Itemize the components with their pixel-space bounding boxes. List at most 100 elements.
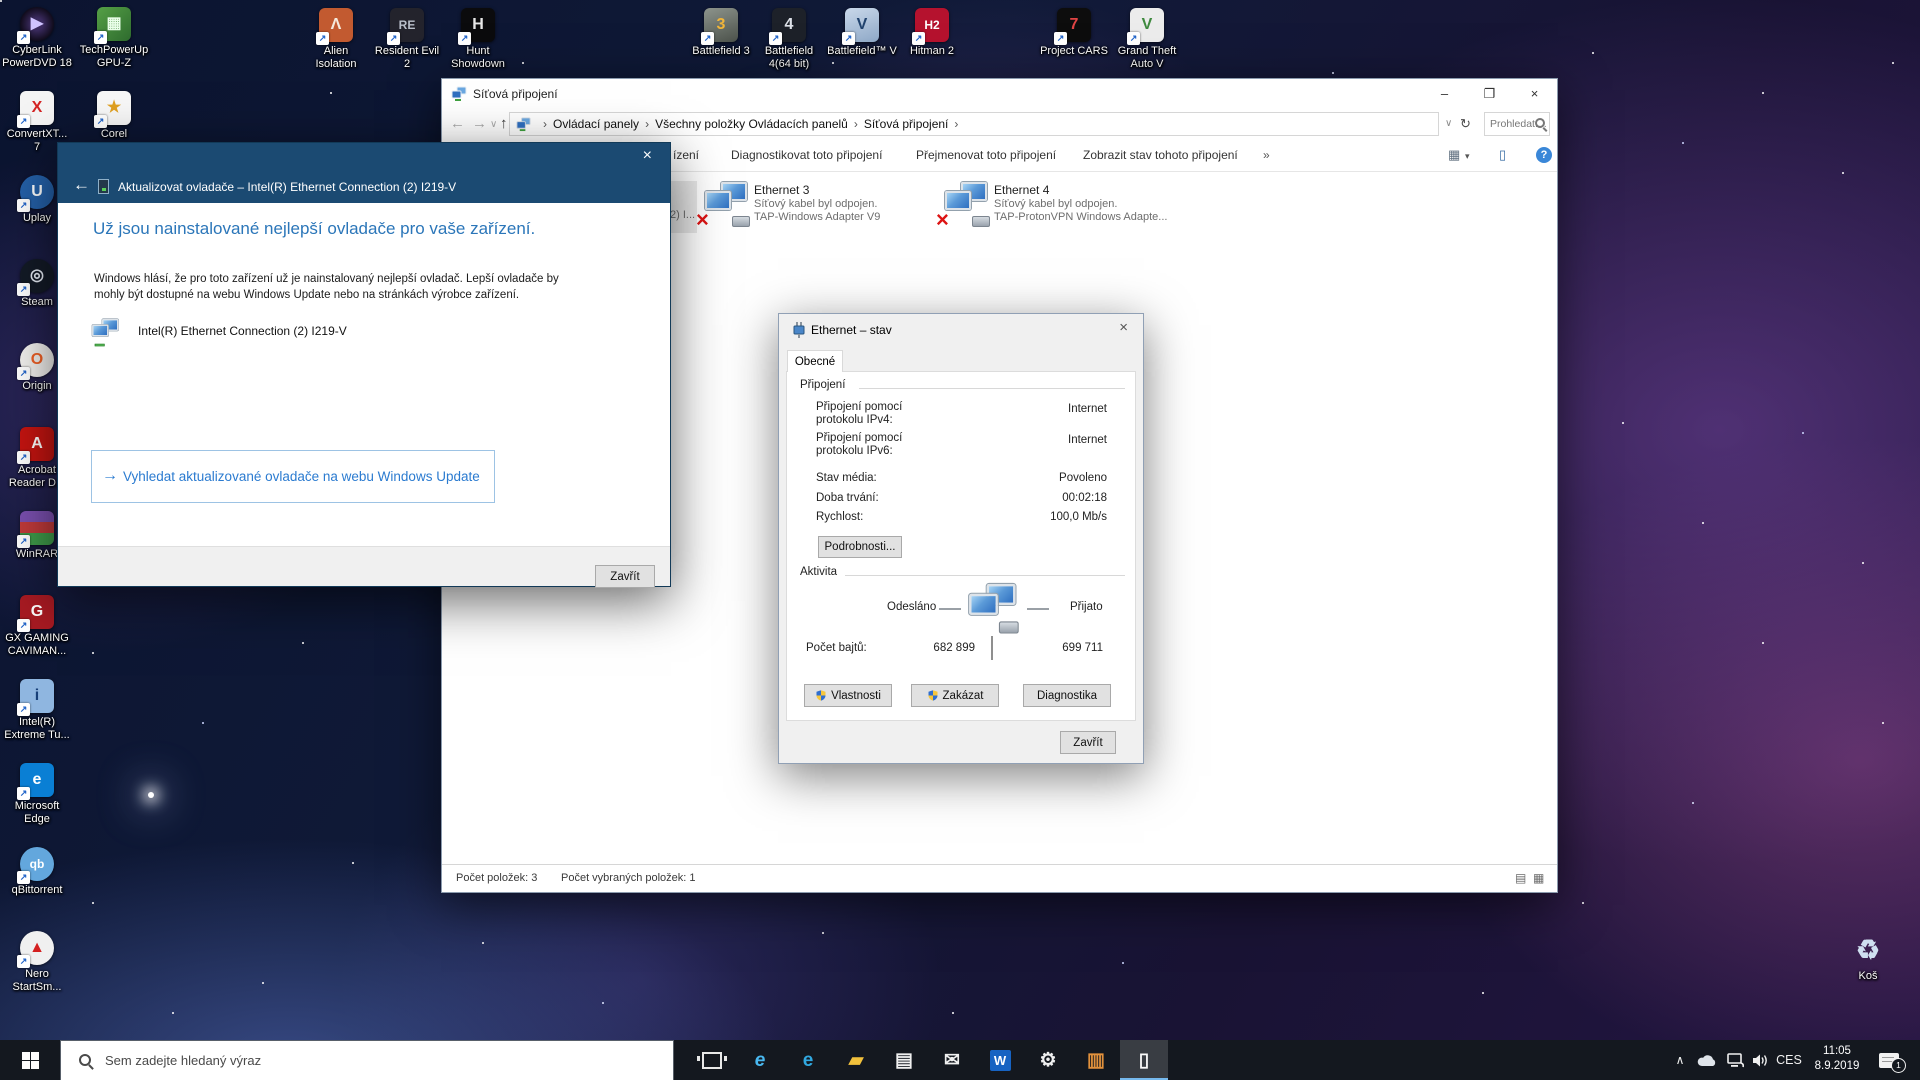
back-icon[interactable]: ←	[450, 115, 465, 132]
desktop-icon-grand-theft-auto-v[interactable]: V↗Grand TheftAuto V	[1109, 8, 1185, 71]
desktop-icon-qbittorrent[interactable]: qb↗qBittorrent	[0, 847, 75, 897]
taskbar-app-word[interactable]: W	[976, 1040, 1024, 1080]
breadcrumb-item-control-panel[interactable]: Ovládací panely	[553, 117, 639, 131]
toolbar-item-rename[interactable]: Přejmenovat toto připojení	[916, 148, 1056, 162]
convertxtodvd-icon: X↗	[20, 91, 54, 125]
close-status-dialog-button[interactable]: Zavřít	[1060, 731, 1116, 754]
desktop-icon-alien-isolation[interactable]: Λ↗AlienIsolation	[298, 8, 374, 71]
settings-icon: ⚙	[1039, 1051, 1056, 1070]
breadcrumb-item-network-connections[interactable]: Síťová připojení	[864, 117, 949, 131]
notification-badge: 1	[1891, 1058, 1906, 1073]
breadcrumb-separator: ›	[948, 117, 964, 131]
activity-network-icon	[967, 584, 1018, 630]
breadcrumb-item-all-items[interactable]: Všechny položky Ovládacích panelů	[655, 117, 848, 131]
toolbar-item-fragment[interactable]: ízení	[673, 148, 699, 162]
shortcut-arrow-icon: ↗	[94, 115, 107, 128]
desktop-icon-label: Battlefield™ V	[824, 45, 900, 58]
clock[interactable]: 11:05 8.9.2019	[1806, 1044, 1868, 1074]
close-wizard-button[interactable]: Zavřít	[595, 565, 655, 588]
search-input[interactable]: Prohledat:...	[1484, 112, 1550, 136]
start-button[interactable]	[0, 1040, 60, 1080]
selected-connection-fragment[interactable]: 2) I...	[670, 209, 695, 221]
desktop-icon-resident-evil-2[interactable]: RE↗Resident Evil2	[369, 8, 445, 71]
dialog-title: Aktualizovat ovladače – Intel(R) Etherne…	[118, 180, 456, 194]
ethernet3-icon[interactable]: ×	[703, 182, 749, 224]
shortcut-arrow-icon: ↗	[912, 32, 925, 45]
taskbar-app-mail[interactable]: ✉	[928, 1040, 976, 1080]
uac-shield-icon	[927, 689, 939, 702]
taskbar-app-settings[interactable]: ⚙	[1024, 1040, 1072, 1080]
recent-pages-icon[interactable]: ∨	[490, 119, 497, 130]
help-icon[interactable]: ?	[1536, 147, 1552, 163]
address-dropdown-icon[interactable]: ∨	[1445, 118, 1452, 129]
details-view-icon[interactable]: ▤	[1515, 871, 1526, 885]
desktop-icon-battlefield-4[interactable]: 4↗Battlefield4(64 bit)	[751, 8, 827, 71]
forward-icon[interactable]: →	[472, 115, 487, 132]
maximize-button[interactable]: ❐	[1467, 79, 1512, 108]
close-icon[interactable]: ×	[635, 145, 660, 167]
shortcut-arrow-icon: ↗	[842, 32, 855, 45]
cyberlink-powerdvd-icon: ▶↗	[20, 7, 54, 41]
taskbar-app-internet-explorer[interactable]: e	[736, 1040, 784, 1080]
onedrive-cloud-icon[interactable]	[1694, 1040, 1720, 1080]
connection-name[interactable]: Ethernet 3	[754, 183, 809, 197]
view-options-caret-icon[interactable]: ▾	[1465, 151, 1470, 162]
desktop-icon-intel-extreme-tuning[interactable]: i↗Intel(R)Extreme Tu...	[0, 679, 75, 742]
refresh-icon[interactable]: ↻	[1460, 116, 1471, 132]
desktop-icon-nero-startsmart[interactable]: ▲↗NeroStartSm...	[0, 931, 75, 994]
tab-general[interactable]: Obecné	[787, 350, 843, 372]
search-windows-update-button[interactable]: → Vyhledat aktualizované ovladače na web…	[91, 450, 495, 503]
preview-pane-icon[interactable]: ▯	[1499, 147, 1506, 163]
ethernet-status-dialog: Ethernet – stav × Obecné Připojení Připo…	[778, 313, 1144, 764]
taskbar-app-microsoft-store[interactable]: ▤	[880, 1040, 928, 1080]
connection-name[interactable]: Ethernet 4	[994, 183, 1049, 197]
up-icon[interactable]: ↑	[500, 115, 508, 132]
desktop-icon-gx-gaming-caviman[interactable]: G↗GX GAMINGCAVIMAN...	[0, 595, 75, 658]
taskbar-app-file-explorer[interactable]: ▰	[832, 1040, 880, 1080]
language-indicator[interactable]: CES	[1774, 1040, 1804, 1080]
minimize-button[interactable]: –	[1422, 79, 1467, 108]
view-options-icon[interactable]: ▦	[1448, 147, 1460, 163]
taskbar-app-microsoft-edge[interactable]: e	[784, 1040, 832, 1080]
shortcut-arrow-icon: ↗	[1127, 32, 1140, 45]
desktop-icon-label: CyberLinkPowerDVD 18	[0, 44, 75, 70]
thumbnails-view-icon[interactable]: ▦	[1533, 871, 1544, 885]
desktop-icon-cyberlink-powerdvd[interactable]: ▶↗ CyberLinkPowerDVD 18	[0, 7, 75, 70]
desktop-icon-label: Resident Evil2	[369, 45, 445, 71]
tray-chevron-icon[interactable]: ∧	[1668, 1040, 1692, 1080]
properties-button[interactable]: Vlastnosti	[804, 684, 892, 707]
breadcrumb[interactable]: ›Ovládací panely›Všechny položky Ovládac…	[509, 112, 1439, 136]
close-icon[interactable]: ×	[1112, 318, 1135, 337]
desktop-icon-hunt-showdown[interactable]: H↗HuntShowdown	[440, 8, 516, 71]
file-explorer-icon: ▰	[849, 1051, 864, 1070]
taskbar-app-active-window[interactable]: ▯	[1120, 1040, 1168, 1080]
desktop-icon-corel[interactable]: ★↗Corel	[76, 91, 152, 141]
action-center-icon[interactable]: 1	[1872, 1040, 1906, 1080]
desktop-icon-recycle-bin[interactable]: ♻Koš	[1830, 933, 1906, 983]
diagnostics-button[interactable]: Diagnostika	[1023, 684, 1111, 707]
desktop-icon-label: Hitman 2	[894, 45, 970, 58]
back-icon[interactable]: ←	[73, 175, 90, 195]
close-button[interactable]: ×	[1512, 79, 1557, 108]
taskbar-search-input[interactable]: Sem zadejte hledaný výraz	[60, 1040, 674, 1080]
taskbar-app-system-app[interactable]: ▥	[1072, 1040, 1120, 1080]
disable-button[interactable]: Zakázat	[911, 684, 999, 707]
desktop-icon-project-cars[interactable]: 7↗Project CARS	[1036, 8, 1112, 58]
desktop-icon-hitman-2[interactable]: H2↗Hitman 2	[894, 8, 970, 58]
volume-icon[interactable]	[1747, 1040, 1773, 1080]
system-app-icon: ▥	[1087, 1051, 1105, 1070]
desktop-icon-microsoft-edge[interactable]: e↗MicrosoftEdge	[0, 763, 75, 826]
network-tray-icon[interactable]	[1722, 1040, 1748, 1080]
details-button[interactable]: Podrobnosti...	[818, 536, 902, 558]
desktop-icon-battlefield-3[interactable]: 3↗Battlefield 3	[683, 8, 759, 58]
ethernet4-icon[interactable]: ×	[943, 182, 989, 224]
toolbar-item-view-status[interactable]: Zobrazit stav tohoto připojení	[1083, 148, 1238, 162]
project-cars-icon: 7↗	[1057, 8, 1091, 42]
corel-icon: ★↗	[97, 91, 131, 125]
desktop-icon-techpowerup-gpuz[interactable]: ▦↗TechPowerUpGPU-Z	[76, 7, 152, 70]
toolbar-more-icon[interactable]: »	[1263, 148, 1270, 162]
toolbar-item-diagnose[interactable]: Diagnostikovat toto připojení	[731, 148, 882, 162]
desktop-icon-battlefield-v[interactable]: V↗Battlefield™ V	[824, 8, 900, 58]
taskbar-app-task-view[interactable]	[688, 1040, 736, 1080]
selected-connection-item[interactable]	[667, 181, 697, 233]
